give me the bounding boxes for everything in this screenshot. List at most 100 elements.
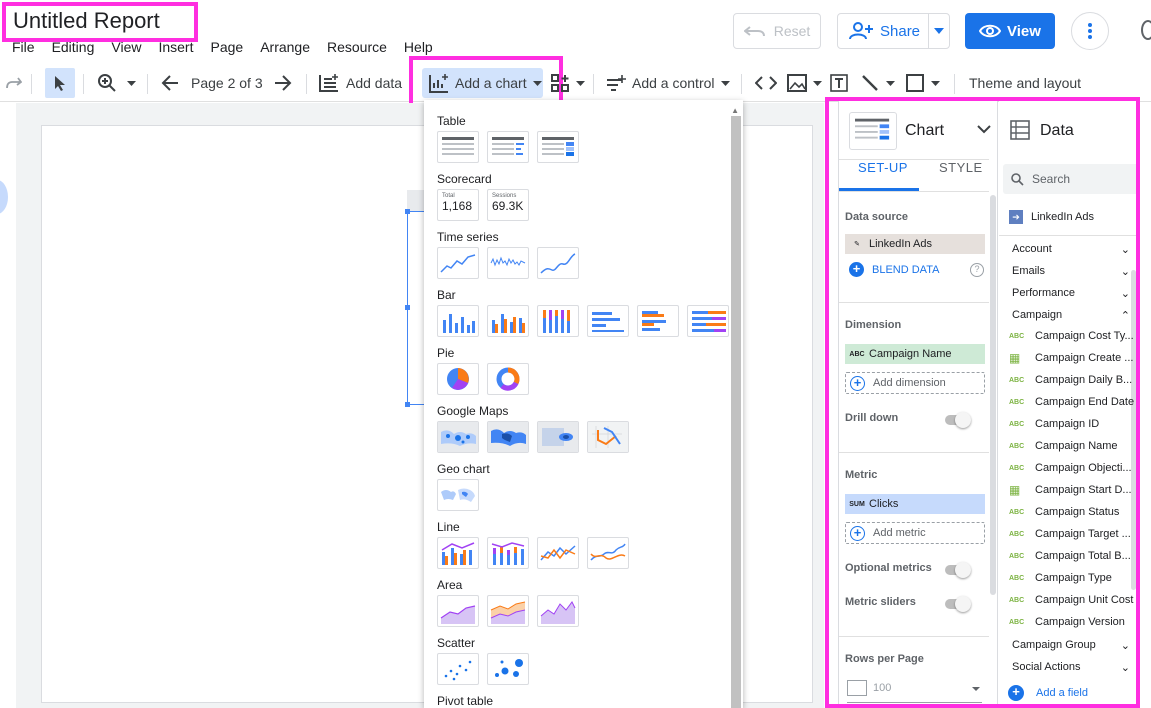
chart-option-bar[interactable] xyxy=(587,305,629,337)
caret-down-icon xyxy=(934,28,945,34)
undo-icon xyxy=(743,26,765,37)
text-button[interactable] xyxy=(829,66,849,100)
chart-option-bubble[interactable] xyxy=(487,653,529,685)
image-button[interactable] xyxy=(787,66,822,100)
chart-option-grouped-column[interactable] xyxy=(487,305,529,337)
eye-icon xyxy=(979,24,1002,38)
page-nav-handle[interactable] xyxy=(0,180,8,214)
section-geo-chart: Geo chart xyxy=(437,462,490,476)
toolbar-divider xyxy=(954,74,955,94)
line-button[interactable] xyxy=(860,66,895,100)
chart-option-smoothed-time-series[interactable] xyxy=(537,247,579,279)
menu-view[interactable]: View xyxy=(111,39,141,55)
add-person-icon xyxy=(849,22,873,40)
chart-option-combo[interactable] xyxy=(437,537,479,569)
chart-option-table-heatmap[interactable] xyxy=(537,131,579,163)
section-pivot-table: Pivot table xyxy=(437,694,494,708)
chart-option-time-series[interactable] xyxy=(437,247,479,279)
line-icon xyxy=(862,75,878,91)
chart-option-donut[interactable] xyxy=(487,363,529,395)
chart-option-pie[interactable] xyxy=(437,363,479,395)
chart-option-scorecard[interactable]: Total 1,168 xyxy=(437,189,479,221)
community-viz-button[interactable] xyxy=(550,66,585,100)
report-title[interactable]: Untitled Report xyxy=(13,8,160,34)
chart-type-menu: ▲ Table Scorecard Total 1,168 Sessions 6… xyxy=(424,100,743,708)
chart-option-heatmap-map[interactable] xyxy=(537,421,579,453)
previous-page-button[interactable] xyxy=(161,66,179,100)
theme-layout-button[interactable]: Theme and layout xyxy=(969,66,1081,100)
toolbar-divider xyxy=(741,74,742,94)
menu-file[interactable]: File xyxy=(12,39,35,55)
chart-option-table-bars[interactable] xyxy=(487,131,529,163)
add-data-button[interactable]: Add data xyxy=(318,66,402,100)
redo-button[interactable] xyxy=(6,66,22,100)
menu-insert[interactable]: Insert xyxy=(158,39,193,55)
toolbar-divider xyxy=(306,74,307,94)
section-area: Area xyxy=(437,578,463,592)
zoom-button[interactable] xyxy=(97,66,136,100)
chart-option-geo-chart[interactable] xyxy=(437,479,479,511)
chart-option-stacked-column[interactable] xyxy=(537,305,579,337)
toolbar-divider xyxy=(147,74,148,94)
chart-option-scorecard-compact[interactable]: Sessions 69.3K xyxy=(487,189,529,221)
chart-option-stacked-area[interactable] xyxy=(487,595,529,627)
caret-down-icon xyxy=(886,80,895,86)
zoom-in-icon xyxy=(98,74,116,92)
resize-handle[interactable] xyxy=(405,402,410,407)
page-indicator: Page 2 of 3 xyxy=(191,75,263,91)
chart-option-filled-map[interactable] xyxy=(487,421,529,453)
shape-button[interactable] xyxy=(905,66,940,100)
toolbar-divider xyxy=(83,74,84,94)
chart-option-stacked-combo[interactable] xyxy=(487,537,529,569)
caret-down-icon xyxy=(931,80,940,86)
reset-button[interactable]: Reset xyxy=(733,13,821,49)
resize-handle[interactable] xyxy=(405,305,410,310)
share-label: Share xyxy=(880,22,921,40)
share-options-button[interactable] xyxy=(929,28,949,34)
view-button[interactable]: View xyxy=(965,13,1055,49)
chart-option-scatter[interactable] xyxy=(437,653,479,685)
chart-option-bubble-map[interactable] xyxy=(437,421,479,453)
view-label: View xyxy=(1007,22,1041,40)
chart-option-grouped-bar[interactable] xyxy=(637,305,679,337)
caret-down-icon xyxy=(127,80,136,86)
share-button[interactable]: Share xyxy=(837,13,950,49)
code-icon xyxy=(755,76,777,90)
more-options-button[interactable] xyxy=(1071,12,1109,50)
next-page-button[interactable] xyxy=(274,66,292,100)
menu-scrollbar[interactable] xyxy=(731,116,741,708)
add-control-button[interactable]: Add a control xyxy=(606,66,730,100)
chart-option-smoothed-line[interactable] xyxy=(587,537,629,569)
chart-option-area[interactable] xyxy=(437,595,479,627)
chart-option-stacked-bar[interactable] xyxy=(687,305,729,337)
scorecard-value: 69.3K xyxy=(492,199,524,213)
resize-handle[interactable] xyxy=(405,209,410,214)
arrow-left-icon xyxy=(161,75,178,91)
menu-page[interactable]: Page xyxy=(210,39,243,55)
add-control-icon xyxy=(607,75,626,91)
section-scatter: Scatter xyxy=(437,636,476,650)
menu-resource[interactable]: Resource xyxy=(327,39,387,55)
chart-option-line-map[interactable] xyxy=(587,421,629,453)
section-time-series: Time series xyxy=(437,230,499,244)
menu-arrange[interactable]: Arrange xyxy=(260,39,310,55)
chart-option-line[interactable] xyxy=(537,537,579,569)
section-bar: Bar xyxy=(437,288,456,302)
toolbar-divider xyxy=(31,74,32,94)
embed-url-button[interactable] xyxy=(755,66,777,100)
scroll-up-icon[interactable]: ▲ xyxy=(731,106,739,115)
add-control-label: Add a control xyxy=(632,75,715,91)
more-vert-icon xyxy=(1088,23,1092,39)
select-tool-button[interactable] xyxy=(45,68,75,98)
chart-option-table[interactable] xyxy=(437,131,479,163)
section-table: Table xyxy=(437,114,466,128)
square-icon xyxy=(906,74,924,92)
add-data-icon xyxy=(319,74,338,92)
menu-editing[interactable]: Editing xyxy=(52,39,95,55)
chart-option-percent-area[interactable] xyxy=(537,595,579,627)
arrow-right-icon xyxy=(275,75,292,91)
menu-help[interactable]: Help xyxy=(404,39,433,55)
chart-option-column[interactable] xyxy=(437,305,479,337)
help-icon[interactable] xyxy=(1141,20,1151,40)
chart-option-sparkline[interactable] xyxy=(487,247,529,279)
